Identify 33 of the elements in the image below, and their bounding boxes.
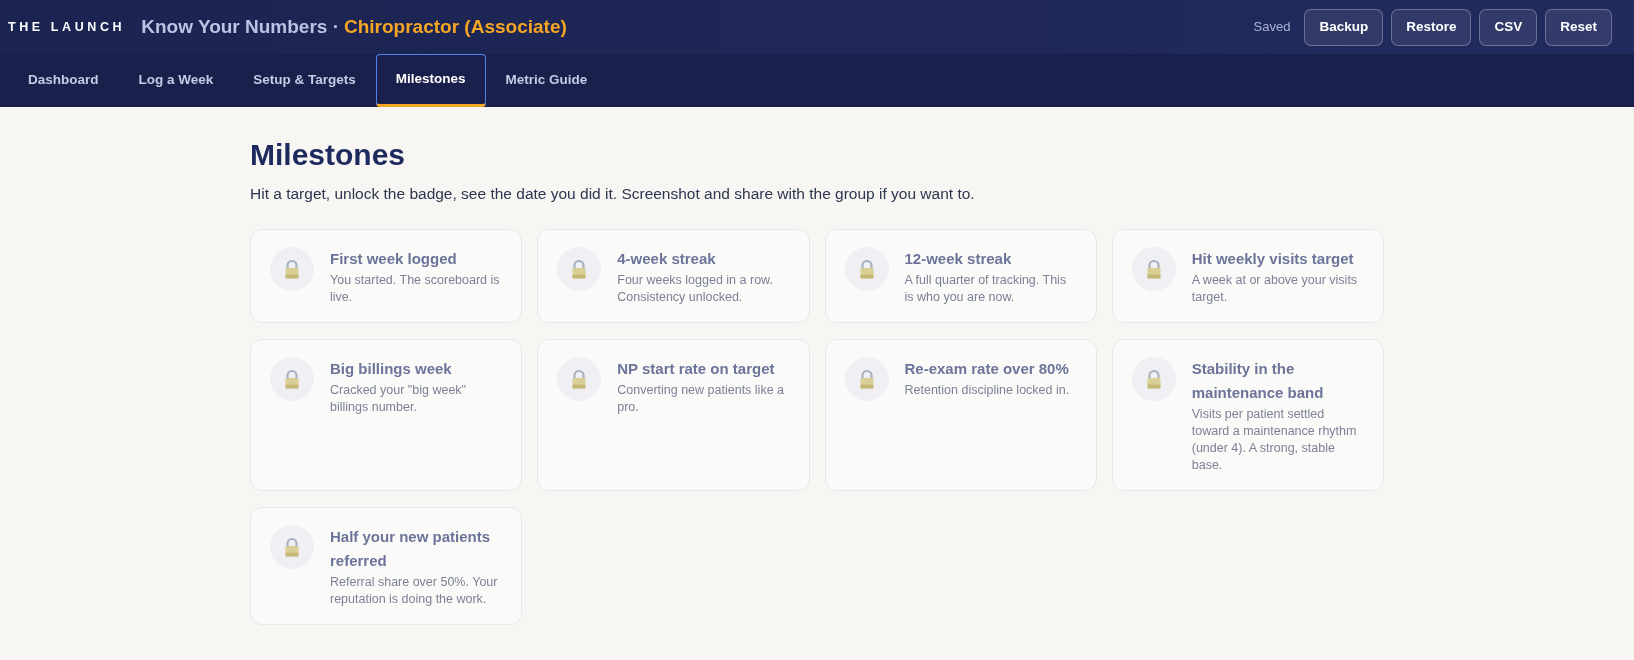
brand-logo: THE LAUNCH	[8, 18, 126, 36]
milestone-title: Big billings week	[330, 359, 453, 380]
milestone-title: 4-week streak	[617, 249, 717, 270]
milestone-description: Visits per patient settled toward a maintenance rhythm (under 4). A strong, stable base.	[1191, 406, 1358, 475]
page-heading: Milestones	[250, 137, 407, 173]
page-intro: Hit a target, unlock the badge, see the date you did it. Screenshot and share with the group if you want to.	[250, 184, 976, 204]
nav-tab[interactable]: Setup & Targets	[233, 54, 376, 107]
nav-tab[interactable]: Metric Guide	[485, 54, 608, 107]
milestone-description: Four weeks logged in a row. Consistency unlocked.	[617, 272, 774, 307]
toolbar-button[interactable]: Restore	[1391, 8, 1472, 46]
nav-tab[interactable]: Dashboard	[8, 54, 119, 107]
milestone-title: Half your new patients referred	[330, 527, 492, 572]
milestone-title: Re-exam rate over 80%	[904, 359, 1070, 380]
milestone-title: Stability in the maintenance band	[1191, 359, 1325, 404]
toolbar-button[interactable]: CSV	[1479, 8, 1538, 46]
milestone-title: NP start rate on target	[617, 359, 776, 380]
milestone-description: Converting new patients like a pro.	[617, 382, 785, 417]
milestone-description: Cracked your "big week" billings number.	[330, 382, 468, 417]
milestone-title: First week logged	[330, 249, 458, 270]
milestone-description: A week at or above your visits target.	[1191, 272, 1359, 307]
role-label: Chiropractor (Associate)	[344, 14, 567, 39]
milestone-description: You started. The scoreboard is live.	[330, 272, 501, 307]
toolbar-button[interactable]: Backup	[1304, 8, 1384, 46]
milestone-title: 12-week streak	[904, 249, 1013, 270]
milestone-description: Referral share over 50%. Your reputation is doing the work.	[330, 574, 499, 609]
nav-tab[interactable]: Log a Week	[118, 54, 234, 107]
toolbar-button[interactable]: Reset	[1545, 8, 1612, 46]
milestone-title: Hit weekly visits target	[1191, 249, 1355, 270]
milestone-description: Retention discipline locked in.	[904, 382, 1071, 400]
save-status: Saved	[1253, 18, 1291, 37]
nav-tab[interactable]: Milestones	[375, 54, 486, 107]
app-title: Know Your Numbers ·	[141, 14, 339, 39]
milestone-description: A full quarter of tracking. This is who you are now.	[904, 272, 1068, 307]
